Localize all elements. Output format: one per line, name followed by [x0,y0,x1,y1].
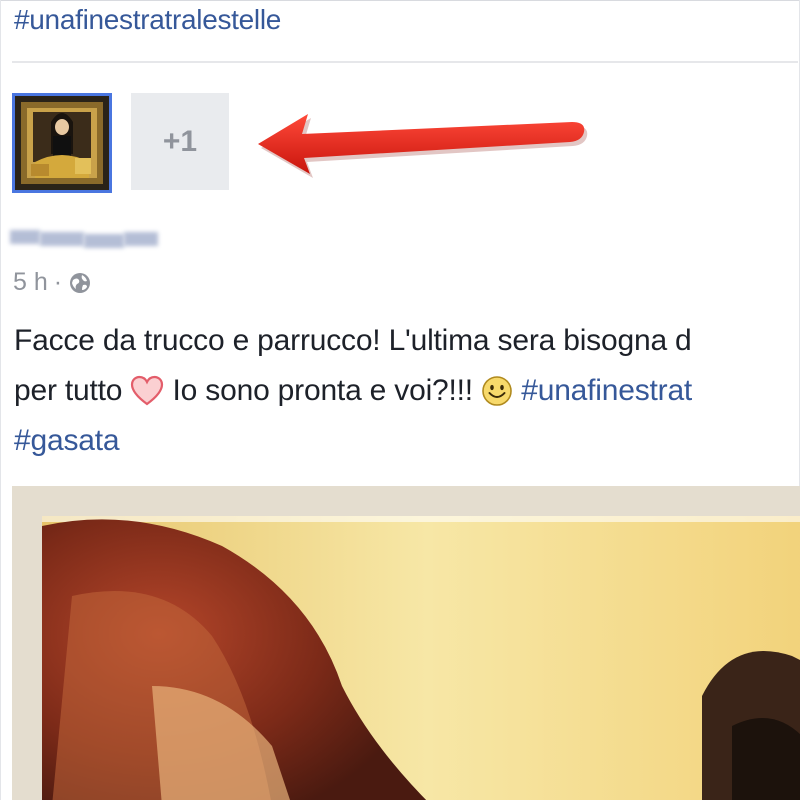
blurred-text-segment [84,234,124,248]
post-text-line: per tutto Io sono pronta e voi?!!! #unaf… [14,366,800,416]
section-divider [12,61,798,63]
hashtag-link[interactable]: #unafinestrat [521,374,692,407]
post-text-segment: Facce da trucco e parrucco! L'ultima ser… [14,324,692,357]
meta-separator: · [53,268,63,296]
globe-icon[interactable] [68,271,92,295]
hashtag-link-gasata[interactable]: #gasata [14,424,120,457]
post-body: Facce da trucco e parrucco! L'ultima ser… [14,316,800,466]
photo-content [12,486,800,800]
blurred-text-segment [124,232,158,246]
author-name-blurred[interactable] [10,222,160,256]
blurred-text-segment [40,232,84,246]
frame-left-border [0,0,1,800]
blurred-text-segment [10,230,40,244]
post-meta: 5 h · [13,268,92,297]
more-tagged-button[interactable]: +1 [131,93,229,190]
post-text-line: Facce da trucco e parrucco! L'ultima ser… [14,316,800,366]
post-text-segment: Io sono pronta e voi?!!! [164,374,482,407]
post-text-segment: per tutto [14,374,131,407]
smile-emoji-icon [482,376,512,406]
hashtag-link-top[interactable]: #unafinestratralestelle [14,4,281,36]
frame-top-border [0,0,800,1]
red-arrow-annotation-icon [258,114,588,178]
tagged-profile-photo[interactable] [12,93,112,193]
post-timestamp[interactable]: 5 h [13,268,48,297]
heart-emoji-icon [131,375,164,406]
profile-photo-icon [15,96,109,190]
post-photo[interactable] [12,486,800,800]
post-text-line: #gasata [14,416,800,466]
